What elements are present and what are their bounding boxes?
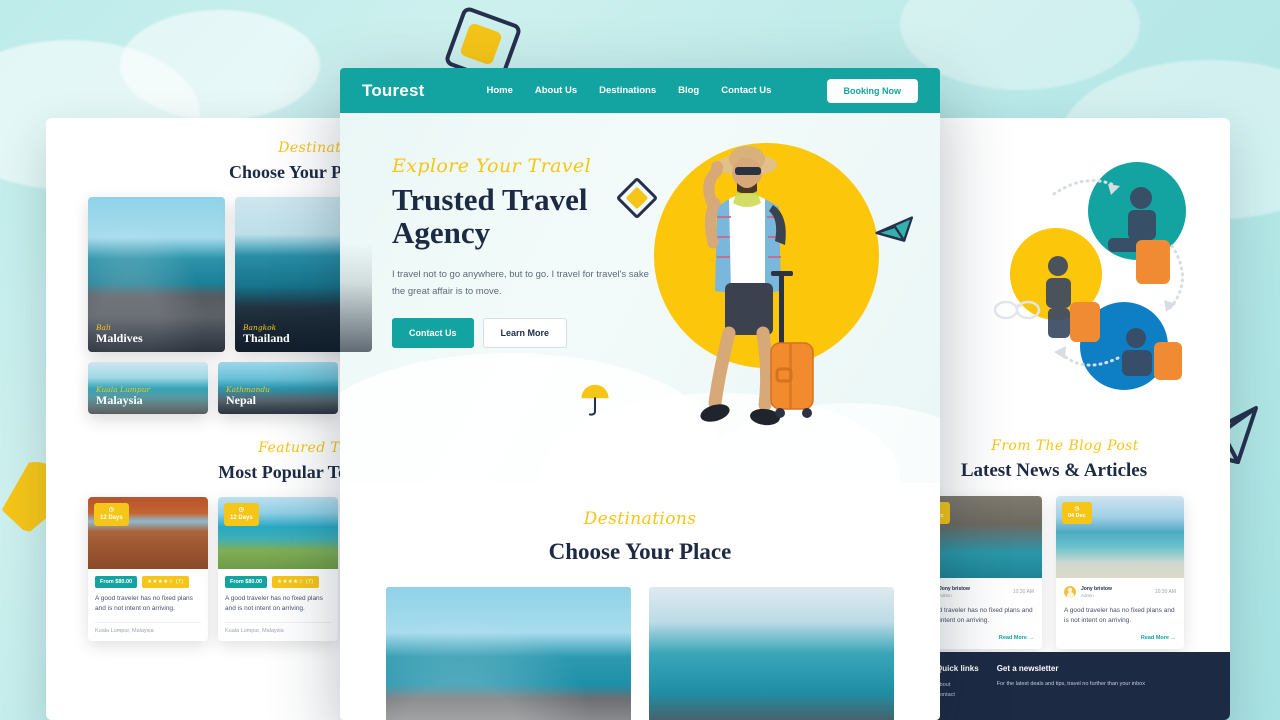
destination-card[interactable]: Bangkok Thailand <box>235 197 372 352</box>
hero-actions: Contact Us Learn More <box>392 318 662 349</box>
nav-item-home[interactable]: Home <box>486 85 512 96</box>
tour-photo: ◷ 12 Days <box>218 497 338 569</box>
main-preview-panel: Tourest Home About Us Destinations Blog … <box>340 68 940 720</box>
footer-quick-links: Quick links About Contact <box>936 664 979 701</box>
destination-place: Kuala Lumpur <box>96 384 151 394</box>
destinations-eyebrow: Destinations <box>583 509 697 529</box>
tour-price: From $80.00 <box>95 576 138 588</box>
nav-item-about-us[interactable]: About Us <box>535 85 577 96</box>
brand-logo[interactable]: Tourest <box>362 81 424 101</box>
traveler-photo <box>700 146 814 426</box>
avatar <box>1064 586 1076 599</box>
paper-plane-icon <box>875 216 914 242</box>
hero-section: Explore Your Travel Trusted Travel Agenc… <box>340 113 940 483</box>
tour-duration-badge: ◷ 12 Days <box>224 503 259 526</box>
read-more-link[interactable]: Read More → <box>1064 635 1176 641</box>
blog-eyebrow: From The Blog Post <box>991 438 1139 454</box>
left-preview-panel: Destinations Choose Your Place Bali Mald… <box>46 118 382 720</box>
destination-country: Maldives <box>96 331 143 345</box>
hero-title-line-2: Agency <box>392 215 491 251</box>
tour-duration-badge: ◷ 12 Days <box>94 503 129 526</box>
blog-author-role: Admin <box>1081 592 1094 598</box>
destinations-title: Choose Your Place <box>229 162 372 182</box>
tours-title: Most Popular Tours <box>218 462 372 482</box>
learn-more-button[interactable]: Learn More <box>482 318 568 349</box>
destination-card[interactable]: Kathmandu Nepal <box>218 362 338 414</box>
arrow-right-icon: → <box>1028 634 1035 641</box>
destinations-eyebrow: Destinations <box>278 140 372 156</box>
blog-author: Jony bristow <box>939 586 970 592</box>
destination-place: Bali <box>96 322 111 332</box>
arrow-right-icon: → <box>1170 634 1177 641</box>
footer-link[interactable]: About <box>936 680 979 690</box>
blog-time: 10:30 AM <box>1154 589 1176 596</box>
left-destinations-header: Destinations Choose Your Place <box>46 118 382 183</box>
footer-quick-links-title: Quick links <box>936 664 979 673</box>
tour-card[interactable]: ◷ 12 Days From $80.00 ★★★★☆ (7) A good t… <box>88 497 208 641</box>
blog-date-badge: ◷ 04 Dec <box>1062 502 1092 525</box>
blog-author-role: Admin <box>939 592 952 598</box>
featured-tours-header: Featured Tours Most Popular Tours <box>46 414 382 483</box>
footer-newsletter-text: For the latest deals and tips, travel no… <box>996 681 1145 687</box>
tour-description: A good traveler has no fixed plans and i… <box>225 595 323 613</box>
tours-eyebrow: Featured Tours <box>258 440 372 456</box>
blog-title: Latest News & Articles <box>960 460 1148 481</box>
hero-content: Explore Your Travel Trusted Travel Agenc… <box>392 155 662 349</box>
navbar: Tourest Home About Us Destinations Blog … <box>340 68 940 113</box>
blog-author: Jony bristow <box>1081 586 1112 592</box>
blog-photo: ◷ 04 Dec <box>1056 496 1184 578</box>
clock-icon: ◷ <box>1074 506 1080 512</box>
center-destination-gallery <box>340 565 940 720</box>
destination-card[interactable]: Kuala Lumpur Malaysia <box>88 362 208 414</box>
destination-place: Kathmandu <box>226 384 270 394</box>
hero-eyebrow: Explore Your Travel <box>392 155 592 177</box>
clock-icon: ◷ <box>238 507 244 513</box>
cloud-shape <box>120 10 320 120</box>
destination-card[interactable]: Bali Maldives <box>88 197 225 352</box>
tour-price: From $80.00 <box>225 576 268 588</box>
main-navigation: Home About Us Destinations Blog Contact … <box>486 85 771 96</box>
tour-location: Kuala Lumpur, Malaysia <box>225 621 331 634</box>
destinations-title: Choose Your Place <box>548 539 732 564</box>
footer-link[interactable]: Contact <box>936 690 979 700</box>
nav-item-blog[interactable]: Blog <box>678 85 699 96</box>
footer-newsletter-title: Get a newsletter <box>996 664 1059 673</box>
destination-card-row-1: Bali Maldives Bangkok Thailand <box>46 183 382 352</box>
site-footer: Quick links About Contact Get a newslett… <box>900 652 1230 720</box>
center-destinations-header: Destinations Choose Your Place <box>340 483 940 565</box>
contact-us-button[interactable]: Contact Us <box>392 318 474 349</box>
destination-photo-large[interactable] <box>649 587 894 720</box>
hero-subtitle: I travel not to go anywhere, but to go. … <box>392 268 649 297</box>
tour-card[interactable]: ◷ 12 Days From $80.00 ★★★★☆ (7) A good t… <box>218 497 338 641</box>
umbrella-icon <box>581 384 609 416</box>
footer-newsletter: Get a newsletter For the latest deals an… <box>997 664 1187 701</box>
blog-card-row: ◷ 04 Dec Jony bristow Admin 10:30 AM A g… <box>900 482 1230 649</box>
destination-card-row-2: Kuala Lumpur Malaysia Kathmandu Nepal <box>46 352 382 414</box>
destination-country: Malaysia <box>96 393 143 407</box>
tour-photo: ◷ 12 Days <box>88 497 208 569</box>
tour-rating: ★★★★☆ (7) <box>142 576 189 588</box>
tour-rating: ★★★★☆ (7) <box>272 576 319 588</box>
nav-item-contact-us[interactable]: Contact Us <box>721 85 771 96</box>
blog-description: A good traveler has no fixed plans and i… <box>1064 606 1175 625</box>
tour-location: Kuala Lumpur, Malaysia <box>95 621 201 634</box>
destination-photo-large[interactable] <box>386 587 631 720</box>
destination-country: Thailand <box>243 331 290 345</box>
nav-item-destinations[interactable]: Destinations <box>599 85 656 96</box>
destination-country: Nepal <box>226 393 256 407</box>
hero-title-line-1: Trusted Travel <box>392 182 588 217</box>
about-section: f the Tered andomised y have y have <box>900 118 1230 434</box>
blog-time: 10:30 AM <box>1012 589 1034 596</box>
destination-place: Bangkok <box>243 322 277 332</box>
tour-card-row: ◷ 12 Days From $80.00 ★★★★☆ (7) A good t… <box>46 483 382 641</box>
travel-illustration <box>958 142 1228 412</box>
right-preview-panel: f the Tered andomised y have y have <box>900 118 1230 720</box>
blog-header: From The Blog Post Latest News & Article… <box>900 434 1230 482</box>
tour-description: A good traveler has no fixed plans and i… <box>95 595 193 613</box>
clock-icon: ◷ <box>108 507 114 513</box>
booking-now-button[interactable]: Booking Now <box>826 78 918 103</box>
blog-card[interactable]: ◷ 04 Dec Jony bristow Admin 10:30 AM A g… <box>1056 496 1184 649</box>
